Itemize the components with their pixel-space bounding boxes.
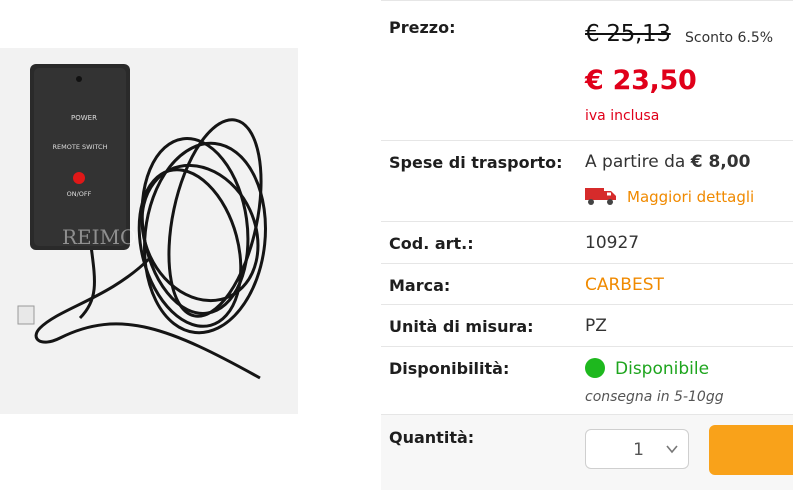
shipping-from-text: A partire da	[585, 152, 691, 172]
quantity-select[interactable]: 1	[585, 429, 689, 469]
quantity-row: Quantità: 1	[381, 414, 793, 490]
quantity-value: 1	[633, 440, 644, 460]
add-to-cart-button[interactable]	[709, 425, 793, 475]
price-row: Prezzo: € 25,13 Sconto 6.5% € 23,50 iva …	[381, 0, 793, 141]
truck-icon	[585, 188, 616, 205]
price-label: Prezzo:	[389, 18, 456, 37]
quantity-label: Quantità:	[389, 428, 475, 447]
brand-label: Marca:	[389, 276, 451, 295]
unit-label: Unità di misura:	[389, 317, 534, 336]
on-off-button-icon	[73, 172, 85, 184]
remote-switch-label: REMOTE SWITCH	[53, 143, 108, 151]
product-image: POWER REMOTE SWITCH ON/OFF REIMO	[0, 48, 298, 414]
remote-switch-photo: POWER REMOTE SWITCH ON/OFF REIMO	[0, 48, 298, 414]
watermark: REIMO	[62, 225, 136, 249]
availability-status: Disponibile	[615, 359, 710, 379]
on-off-label: ON/OFF	[67, 190, 92, 198]
current-price: € 23,50	[585, 65, 697, 96]
old-price: € 25,13	[585, 21, 671, 47]
discount-badge: Sconto 6.5%	[685, 30, 774, 46]
shipping-from: A partire da € 8,00	[585, 152, 750, 172]
code-row: Cod. art.: 10927	[381, 221, 793, 264]
chevron-down-icon	[666, 445, 678, 454]
shipping-details-link[interactable]: Maggiori dettagli	[627, 188, 754, 206]
brand-row: Marca: CARBEST	[381, 263, 793, 305]
unit-row: Unità di misura: PZ	[381, 304, 793, 347]
shipping-label: Spese di trasporto:	[389, 153, 563, 172]
availability-status-icon	[585, 358, 605, 378]
availability-label: Disponibilità:	[389, 359, 510, 378]
delivery-time: consegna in 5-10gg	[585, 389, 724, 405]
unit-value: PZ	[585, 316, 607, 336]
code-label: Cod. art.:	[389, 234, 474, 253]
vat-note: iva inclusa	[585, 108, 660, 124]
product-details: Prezzo: € 25,13 Sconto 6.5% € 23,50 iva …	[381, 0, 793, 490]
code-value: 10927	[585, 233, 640, 253]
shipping-amount: € 8,00	[690, 152, 751, 172]
power-label: POWER	[71, 114, 97, 122]
brand-link[interactable]: CARBEST	[585, 275, 664, 295]
shipping-row: Spese di trasporto: A partire da € 8,00	[381, 140, 793, 222]
